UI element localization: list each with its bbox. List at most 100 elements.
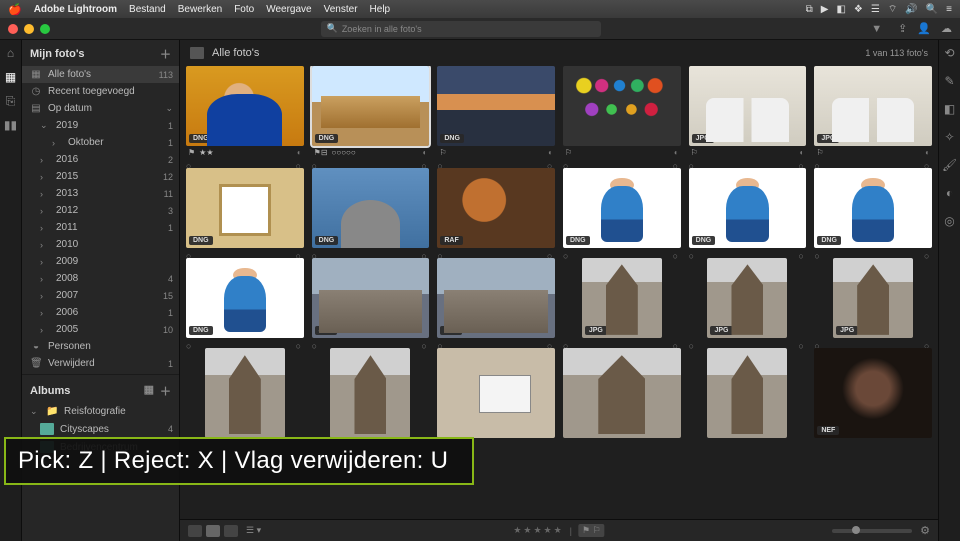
photo-cell[interactable]: ○ ○ xyxy=(312,348,430,438)
cloud-icon[interactable]: ☁ xyxy=(941,22,952,35)
zoom-slider[interactable] xyxy=(832,529,912,533)
sidebar-item[interactable]: ◷ Recent toegevoegd xyxy=(22,83,179,100)
photo-cell[interactable]: ○ ○JPG⚐ ◐ xyxy=(814,66,932,158)
radial-icon[interactable]: ◎ xyxy=(943,214,957,228)
sidebar-item[interactable]: ▤ Op datum ⌄ xyxy=(22,100,179,117)
album-group[interactable]: ⌄ 📁 Reisfotografie xyxy=(22,403,179,420)
flag-icon[interactable]: ⚑⊟ xyxy=(314,148,328,157)
sidebar-item[interactable]: 🗑 Verwijderd 1 xyxy=(22,355,179,372)
rating-display[interactable]: ○○○○○ xyxy=(332,148,356,157)
status-icon[interactable]: ▶ xyxy=(821,4,829,15)
photo-cell[interactable]: ○ ○ xyxy=(437,348,555,438)
photo-thumbnail[interactable]: JPG xyxy=(814,66,932,146)
flag-icon[interactable]: ⚐ xyxy=(565,148,572,157)
albums-add-icon[interactable]: ＋ xyxy=(160,383,171,399)
volume-icon[interactable]: 🔊 xyxy=(905,4,917,15)
photo-thumbnail[interactable]: DNG xyxy=(312,168,430,248)
photo-cell[interactable]: ○ ○DNG⚐ ◐ xyxy=(437,66,555,158)
view-grid-button[interactable] xyxy=(206,525,220,537)
photo-thumbnail[interactable] xyxy=(563,348,681,438)
flag-icon[interactable]: ⚐ xyxy=(691,148,698,157)
year-row[interactable]: › 2015 12 xyxy=(22,168,179,185)
sidebar-item[interactable]: ◒ Personen xyxy=(22,338,179,355)
year-row[interactable]: › 2006 1 xyxy=(22,304,179,321)
photo-cell[interactable]: ○ ○DNG xyxy=(689,168,807,248)
window-close-button[interactable] xyxy=(8,24,18,34)
photo-thumbnail[interactable] xyxy=(330,348,410,438)
apple-menu[interactable]: 🍎 xyxy=(8,3,22,16)
view-single-button[interactable] xyxy=(188,525,202,537)
photo-thumbnail[interactable]: JPG xyxy=(582,258,662,338)
photo-thumbnail[interactable] xyxy=(437,348,555,438)
photo-cell[interactable]: ○ ○DNG xyxy=(563,168,681,248)
photo-thumbnail[interactable]: DNG xyxy=(689,168,807,248)
status-icon[interactable]: ⧉ xyxy=(806,4,813,15)
year-row[interactable]: ⌄ 2019 1 xyxy=(22,117,179,134)
photo-thumbnail[interactable]: JPG xyxy=(707,258,787,338)
menu-bestand[interactable]: Bestand xyxy=(129,4,166,15)
album-item[interactable]: Cityscapes 4 xyxy=(22,420,179,438)
flag-toggle[interactable]: ⚑ ⚐ xyxy=(578,524,605,537)
crop-icon[interactable]: ◧ xyxy=(943,102,957,116)
year-row[interactable]: › 2008 4 xyxy=(22,270,179,287)
menu-help[interactable]: Help xyxy=(370,4,391,15)
status-icon[interactable]: ☰ xyxy=(871,4,880,15)
photo-thumbnail[interactable]: DNG xyxy=(814,168,932,248)
year-row[interactable]: › 2011 1 xyxy=(22,219,179,236)
year-row[interactable]: › 2009 xyxy=(22,253,179,270)
photo-thumbnail[interactable]: DNG xyxy=(186,258,304,338)
photo-thumbnail[interactable] xyxy=(707,348,787,438)
photo-cell[interactable]: ○ ○DNG xyxy=(186,168,304,248)
menu-foto[interactable]: Foto xyxy=(234,4,254,15)
photo-cell[interactable]: ○ ○ xyxy=(563,348,681,438)
share-icon[interactable]: ⇪ xyxy=(898,22,907,35)
photo-thumbnail[interactable]: DNG xyxy=(312,66,430,146)
gradient-icon[interactable]: ◐ xyxy=(943,186,957,200)
photo-thumbnail[interactable]: NEF xyxy=(814,348,932,438)
photo-cell[interactable]: ○ ○DNG⚑ ★★ ◐ xyxy=(186,66,304,158)
photos-icon[interactable]: ▦ xyxy=(4,70,18,84)
photo-thumbnail[interactable] xyxy=(205,348,285,438)
year-row[interactable]: › 2012 3 xyxy=(22,202,179,219)
year-row[interactable]: › 2013 11 xyxy=(22,185,179,202)
window-minimize-button[interactable] xyxy=(24,24,34,34)
photo-thumbnail[interactable]: DNG xyxy=(186,66,304,146)
wifi-icon[interactable]: ⌔ xyxy=(888,3,897,16)
year-row[interactable]: › 2005 10 xyxy=(22,321,179,338)
brush-icon[interactable]: 🖌 xyxy=(943,158,957,172)
photo-thumbnail[interactable]: DNG xyxy=(437,66,555,146)
photo-cell[interactable]: ○ ○DNG xyxy=(312,168,430,248)
status-icon[interactable]: ◧ xyxy=(836,4,845,15)
search-input[interactable]: 🔍 Zoeken in alle foto's xyxy=(321,21,601,37)
rating-stars[interactable]: ★★★★★ xyxy=(513,525,563,536)
photo-cell[interactable]: ○ ○JPG xyxy=(563,258,681,338)
settings-icon[interactable]: ⚙ xyxy=(920,524,930,537)
year-row[interactable]: › 2016 2 xyxy=(22,151,179,168)
book-icon[interactable]: ▮▮ xyxy=(4,118,18,132)
menu-bewerken[interactable]: Bewerken xyxy=(178,4,222,15)
photo-thumbnail[interactable]: JPG xyxy=(689,66,807,146)
photo-cell[interactable]: ○ ○JPG xyxy=(814,258,932,338)
heal-icon[interactable]: ✧ xyxy=(943,130,957,144)
edit-icon[interactable]: ✎ xyxy=(943,74,957,88)
month-row[interactable]: › Oktober 1 xyxy=(22,134,179,151)
photo-cell[interactable]: ○ ○NEF xyxy=(814,348,932,438)
flag-icon[interactable]: ⚐ xyxy=(816,148,823,157)
rating-display[interactable]: ★★ xyxy=(199,148,213,157)
photo-cell[interactable]: ○ ○ xyxy=(689,348,807,438)
photo-thumbnail[interactable]: JPG xyxy=(312,258,430,338)
photo-thumbnail[interactable]: JPG xyxy=(437,258,555,338)
status-icon[interactable]: ❖ xyxy=(854,4,863,15)
photo-cell[interactable]: ○ ○JPG xyxy=(437,258,555,338)
photo-thumbnail[interactable]: RAF xyxy=(437,168,555,248)
year-row[interactable]: › 2007 15 xyxy=(22,287,179,304)
photo-cell[interactable]: ○ ○DNG xyxy=(186,258,304,338)
photo-thumbnail[interactable]: DNG xyxy=(186,168,304,248)
notifications-icon[interactable]: ≡ xyxy=(946,4,952,15)
photo-cell[interactable]: ○ ○ xyxy=(186,348,304,438)
photo-cell[interactable]: ○ ○RAF xyxy=(437,168,555,248)
photo-cell[interactable]: ○ ○JPG xyxy=(312,258,430,338)
photo-cell[interactable]: ○ ○⚐ ◐ xyxy=(563,66,681,158)
menu-venster[interactable]: Venster xyxy=(324,4,358,15)
photo-cell[interactable]: ○ ○JPG xyxy=(689,258,807,338)
